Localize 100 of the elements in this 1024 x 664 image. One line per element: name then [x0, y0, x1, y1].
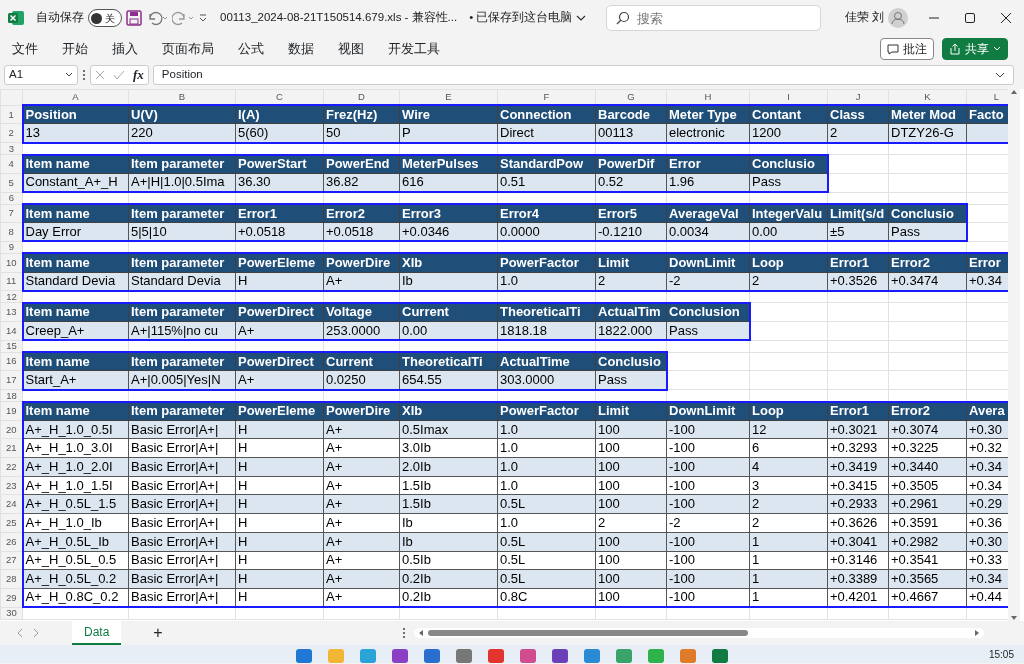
menu-tab[interactable]: 文件: [8, 39, 42, 59]
menu-tab[interactable]: 开发工具: [384, 39, 444, 59]
column-letter[interactable]: F: [497, 89, 596, 106]
autosave-label: 自动保存: [36, 10, 84, 26]
column-header-cell: Meter Mod: [888, 105, 967, 124]
column-header-cell: Item parameter: [128, 401, 236, 421]
column-header-cell: Item name: [22, 352, 129, 371]
column-header-cell: Item name: [22, 154, 129, 174]
column-header-cell: DownLimit: [666, 401, 750, 421]
column-header-cell: Error2: [323, 204, 400, 223]
share-button[interactable]: 共享: [942, 38, 1008, 60]
column-header-cell: PowerEleme: [235, 401, 324, 421]
column-header-cell: Wire: [399, 105, 498, 124]
column-header-cell: Limit: [595, 253, 667, 273]
menu-tab[interactable]: 插入: [108, 39, 142, 59]
column-header-cell: PowerDirect: [235, 302, 324, 322]
column-header-cell: PowerEnd: [323, 154, 400, 174]
column-header-cell: XIb: [399, 401, 498, 421]
menu-tab[interactable]: 页面布局: [158, 39, 218, 59]
column-header-cell: Error5: [595, 204, 667, 223]
column-letter[interactable]: C: [235, 89, 324, 106]
column-letter[interactable]: E: [399, 89, 498, 106]
column-letter[interactable]: K: [888, 89, 967, 106]
column-header-cell: Conclusion: [666, 302, 750, 322]
column-header-cell: Current: [323, 352, 400, 371]
menu-tab[interactable]: 公式: [234, 39, 268, 59]
menu-tab[interactable]: 开始: [58, 39, 92, 59]
column-letter[interactable]: J: [827, 89, 889, 106]
column-header-cell: Error: [966, 253, 1008, 273]
column-header-cell: PowerStart: [235, 154, 324, 174]
column-header-cell: Barcode: [595, 105, 667, 124]
column-header-cell: StandardPow: [497, 154, 596, 174]
column-letter[interactable]: A: [22, 89, 129, 106]
column-header-cell: TheoreticalTi: [497, 302, 596, 322]
column-header-cell: Item parameter: [128, 253, 236, 273]
column-letter[interactable]: H: [666, 89, 750, 106]
column-header-cell: MeterPulses: [399, 154, 498, 174]
column-header-cell: Meter Type: [666, 105, 750, 124]
sheet-tab[interactable]: Data: [72, 621, 122, 645]
column-header-cell: Conclusio: [749, 154, 828, 174]
file-title: 00113_2024-08-21T150514.679.xls - 兼容性...: [220, 10, 458, 26]
column-header-cell: I(A): [235, 105, 324, 124]
column-header-cell: DownLimit: [666, 253, 750, 273]
column-header-cell: XIb: [399, 253, 498, 273]
column-header-cell: ActualTim: [595, 302, 667, 322]
column-header-cell: Loop: [749, 253, 828, 273]
column-header-cell: Error1: [235, 204, 324, 223]
search-field[interactable]: 搜索: [606, 5, 822, 31]
column-header-cell: Conclusio: [595, 352, 667, 371]
column-header-cell: AverageVal: [666, 204, 750, 223]
column-letter[interactable]: B: [128, 89, 236, 106]
column-header-cell: TheoreticalTi: [399, 352, 498, 371]
column-header-cell: Facto: [966, 105, 1008, 124]
column-header-cell: Item name: [22, 204, 129, 223]
column-header-cell: Item parameter: [128, 352, 236, 371]
column-header-cell: Avera: [966, 401, 1008, 421]
column-header-cell: PowerEleme: [235, 253, 324, 273]
autosave-toggle[interactable]: 关: [88, 9, 122, 27]
column-header-cell: Item parameter: [128, 302, 236, 322]
column-header-cell: PowerDire: [323, 401, 400, 421]
column-header-cell: PowerDif: [595, 154, 667, 174]
column-letter[interactable]: D: [323, 89, 400, 106]
column-header-cell: Error1: [827, 253, 889, 273]
comments-button[interactable]: 批注: [880, 38, 934, 60]
menu-tab[interactable]: 视图: [334, 39, 368, 59]
column-header-cell: Error: [666, 154, 750, 174]
column-letter[interactable]: G: [595, 89, 667, 106]
column-header-cell: PowerDirect: [235, 352, 324, 371]
column-header-cell: PowerDire: [323, 253, 400, 273]
column-header-cell: Error3: [399, 204, 498, 223]
column-header-cell: Item name: [22, 253, 129, 273]
save-status[interactable]: • 已保存到这台电脑: [469, 9, 587, 27]
user-name: 佳荣 刘: [844, 10, 884, 26]
column-header-cell: Voltage: [323, 302, 400, 322]
insert-function-button[interactable]: fx: [133, 65, 144, 85]
column-header-cell: Error2: [888, 401, 967, 421]
column-header-cell: ActualTime: [497, 352, 596, 371]
column-header-cell: PowerFactor: [497, 253, 596, 273]
column-header-cell: Error1: [827, 401, 889, 421]
column-header-cell: Contant: [749, 105, 828, 124]
column-header-cell: Item name: [22, 302, 129, 322]
column-header-cell: Limit: [595, 401, 667, 421]
column-header-cell: Error4: [497, 204, 596, 223]
column-header-cell: Item parameter: [128, 154, 236, 174]
column-header-cell: Limit(s/d: [827, 204, 889, 223]
name-box[interactable]: A1: [4, 65, 78, 85]
column-header-cell: Frez(Hz): [323, 105, 400, 124]
column-header-cell: Position: [22, 105, 129, 124]
column-header-cell: U(V): [128, 105, 236, 124]
clock-time: 15:05: [988, 648, 1014, 662]
column-header-cell: PowerFactor: [497, 401, 596, 421]
column-letter[interactable]: I: [749, 89, 828, 106]
column-header-cell: Error2: [888, 253, 967, 273]
column-header-cell: Loop: [749, 401, 828, 421]
add-sheet-button[interactable]: +: [153, 621, 163, 645]
column-header-cell: Class: [827, 105, 889, 124]
menu-tab[interactable]: 数据: [284, 39, 318, 59]
column-header-cell: Item name: [22, 401, 129, 421]
column-letter[interactable]: L: [966, 89, 1008, 106]
column-header-cell: IntegerValu: [749, 204, 828, 223]
